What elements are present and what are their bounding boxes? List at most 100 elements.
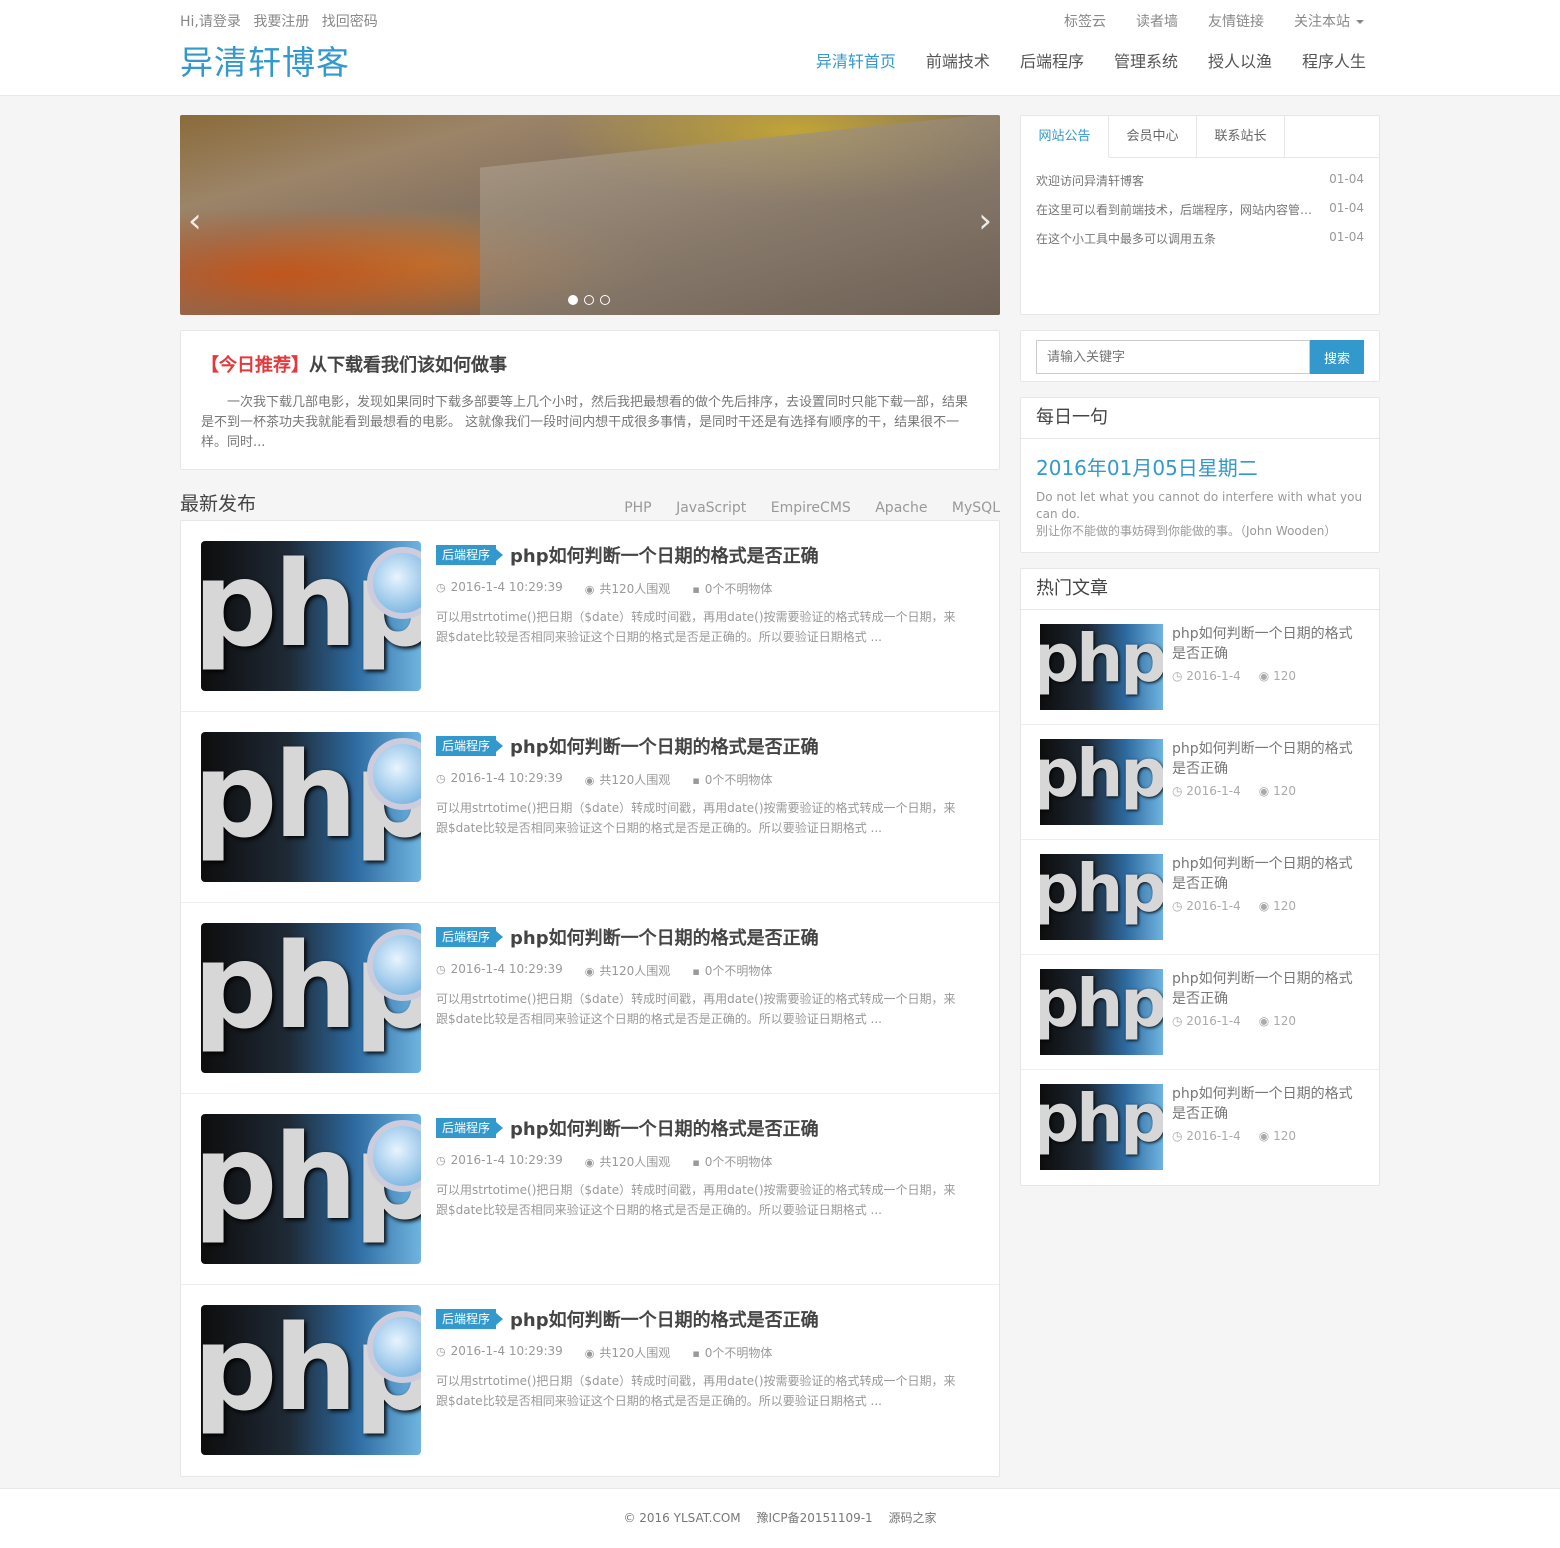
login-link[interactable]: Hi,请登录 xyxy=(180,14,241,30)
image-carousel[interactable]: ‹ › xyxy=(180,115,1000,315)
hot-title[interactable]: php如何判断一个日期的格式是否正确 xyxy=(1172,969,1362,1009)
article-thumbnail[interactable]: php xyxy=(201,923,421,1073)
nav-life[interactable]: 程序人生 xyxy=(1302,48,1366,72)
article-excerpt: 可以用strtotime()把日期（$date）转成时间戳，再用date()按需… xyxy=(436,610,956,644)
view-count: ◉ 共120人围观 xyxy=(584,582,671,596)
post-date: ◷ 2016-1-4 10:29:39 xyxy=(436,1153,563,1167)
comment-icon: ▪ xyxy=(692,1156,700,1169)
category-badge[interactable]: 后端程序 xyxy=(436,927,504,947)
recommend-excerpt: 一次我下载几部电影，发现如果同时下载多部要等上几个小时，然后我把最想看的做个先后… xyxy=(201,395,969,450)
comment-icon: ▪ xyxy=(692,774,700,787)
nav-tutorials[interactable]: 授人以渔 xyxy=(1208,48,1272,72)
view-count: ◉ 共120人围观 xyxy=(584,773,671,787)
article-title[interactable]: php如何判断一个日期的格式是否正确 xyxy=(510,924,819,950)
comment-count: ▪ 0个不明物体 xyxy=(692,773,773,787)
announcement-date: 01-04 xyxy=(1329,201,1364,215)
article-thumbnail[interactable]: php xyxy=(201,541,421,691)
tag-php[interactable]: PHP xyxy=(624,500,651,516)
announcement-link[interactable]: 在这个小工具中最多可以调用五条 xyxy=(1036,230,1316,259)
eye-icon: ◉ xyxy=(584,583,595,596)
tab-member-center[interactable]: 会员中心 xyxy=(1109,116,1197,157)
tab-contact[interactable]: 联系站长 xyxy=(1197,116,1285,157)
announcement-link[interactable]: 在这里可以看到前端技术，后端程序，网站内容管理系统等文章，还有我的程序人生！！！ xyxy=(1036,201,1316,230)
comment-count: ▪ 0个不明物体 xyxy=(692,582,773,596)
view-count: ◉ 共120人围观 xyxy=(584,964,671,978)
clock-icon: ◷ xyxy=(1172,899,1187,913)
hot-thumbnail[interactable]: php xyxy=(1040,854,1163,940)
copyright[interactable]: © 2016 YLSAT.COM xyxy=(623,1511,740,1525)
announcement-link[interactable]: 欢迎访问异清轩博客 xyxy=(1036,172,1316,201)
post-date: ◷ 2016-1-4 10:29:39 xyxy=(436,962,563,976)
site-logo[interactable]: 异清轩博客 xyxy=(180,36,350,84)
hot-thumbnail[interactable]: php xyxy=(1040,624,1163,710)
carousel-dot[interactable] xyxy=(600,295,610,305)
clock-icon: ◷ xyxy=(1172,1129,1187,1143)
article-title[interactable]: php如何判断一个日期的格式是否正确 xyxy=(510,733,819,759)
hot-views: ◉ 120 xyxy=(1258,669,1296,683)
carousel-prev-icon[interactable]: ‹ xyxy=(188,201,202,241)
nav-backend[interactable]: 后端程序 xyxy=(1020,48,1084,72)
article-title[interactable]: php如何判断一个日期的格式是否正确 xyxy=(510,542,819,568)
follow-dropdown[interactable]: 关注本站 xyxy=(1294,11,1364,31)
tab-announcements[interactable]: 网站公告 xyxy=(1021,116,1109,158)
thumbnail-logo-text: php xyxy=(1040,1084,1163,1157)
list-item: 欢迎访问异清轩博客 01-04 xyxy=(1036,172,1364,201)
source-credit[interactable]: 源码之家 xyxy=(889,1511,937,1525)
recover-password-link[interactable]: 找回密码 xyxy=(322,14,378,30)
article-thumbnail[interactable]: php xyxy=(201,1305,421,1455)
readers-wall-link[interactable]: 读者墙 xyxy=(1136,11,1178,31)
nav-home[interactable]: 异清轩首页 xyxy=(816,48,896,72)
follow-label: 关注本站 xyxy=(1294,14,1350,30)
carousel-next-icon[interactable]: › xyxy=(978,201,992,241)
icp-record[interactable]: 豫ICP备20151109-1 xyxy=(756,1511,872,1525)
comment-icon: ▪ xyxy=(692,583,700,596)
hot-title[interactable]: php如何判断一个日期的格式是否正确 xyxy=(1172,739,1362,779)
hot-item: php php如何判断一个日期的格式是否正确 ◷ 2016-1-4 ◉ 120 xyxy=(1021,1070,1379,1185)
quote-chinese: 别让你不能做的事妨碍到你能做的事。（John Wooden） xyxy=(1036,524,1337,538)
article-list: php 后端程序 php如何判断一个日期的格式是否正确 ◷ 2016-1-4 10:… xyxy=(180,520,1000,1477)
hot-item: php php如何判断一个日期的格式是否正确 ◷ 2016-1-4 ◉ 120 xyxy=(1021,955,1379,1070)
category-badge[interactable]: 后端程序 xyxy=(436,545,504,565)
friend-links-link[interactable]: 友情链接 xyxy=(1208,11,1264,31)
category-badge[interactable]: 后端程序 xyxy=(436,1118,504,1138)
nav-frontend[interactable]: 前端技术 xyxy=(926,48,990,72)
hot-thumbnail[interactable]: php xyxy=(1040,739,1163,825)
hot-thumbnail[interactable]: php xyxy=(1040,1084,1163,1170)
hot-thumbnail[interactable]: php xyxy=(1040,969,1163,1055)
article-title[interactable]: php如何判断一个日期的格式是否正确 xyxy=(510,1306,819,1332)
daily-date: 2016年01月05日星期二 xyxy=(1036,456,1258,480)
register-link[interactable]: 我要注册 xyxy=(253,14,309,30)
article-item: php 后端程序 php如何判断一个日期的格式是否正确 ◷ 2016-1-4 10:… xyxy=(181,1094,999,1285)
nav-cms[interactable]: 管理系统 xyxy=(1114,48,1178,72)
daily-quote: 每日一句 2016年01月05日星期二 Do not let what you … xyxy=(1020,397,1380,553)
clock-icon: ◷ xyxy=(436,1154,446,1167)
tag-cloud-link[interactable]: 标签云 xyxy=(1064,11,1106,31)
category-badge[interactable]: 后端程序 xyxy=(436,1309,504,1329)
comment-count: ▪ 0个不明物体 xyxy=(692,964,773,978)
article-title[interactable]: php如何判断一个日期的格式是否正确 xyxy=(510,1115,819,1141)
clock-icon: ◷ xyxy=(436,963,446,976)
tag-apache[interactable]: Apache xyxy=(875,500,927,516)
clock-icon: ◷ xyxy=(436,581,446,594)
article-excerpt: 可以用strtotime()把日期（$date）转成时间戳，再用date()按需… xyxy=(436,1183,956,1217)
recommend-title[interactable]: 【今日推荐】从下载看我们该如何做事 xyxy=(201,351,979,377)
article-item: php 后端程序 php如何判断一个日期的格式是否正确 ◷ 2016-1-4 10:… xyxy=(181,1285,999,1476)
tag-mysql[interactable]: MySQL xyxy=(952,500,1000,516)
tag-javascript[interactable]: JavaScript xyxy=(676,500,746,516)
category-badge[interactable]: 后端程序 xyxy=(436,736,504,756)
comment-icon: ▪ xyxy=(692,965,700,978)
search-button[interactable]: 搜索 xyxy=(1310,340,1364,374)
article-thumbnail[interactable]: php xyxy=(201,1114,421,1264)
hot-title[interactable]: php如何判断一个日期的格式是否正确 xyxy=(1172,624,1362,664)
hot-title[interactable]: php如何判断一个日期的格式是否正确 xyxy=(1172,1084,1362,1124)
carousel-indicators xyxy=(568,295,616,305)
tag-empirecms[interactable]: EmpireCMS xyxy=(771,500,851,516)
announcement-date: 01-04 xyxy=(1329,172,1364,186)
carousel-dot[interactable] xyxy=(568,295,578,305)
article-thumbnail[interactable]: php xyxy=(201,732,421,882)
carousel-dot[interactable] xyxy=(584,295,594,305)
hot-views: ◉ 120 xyxy=(1258,784,1296,798)
hot-title[interactable]: php如何判断一个日期的格式是否正确 xyxy=(1172,854,1362,894)
search-input[interactable] xyxy=(1036,340,1310,374)
list-item: 在这个小工具中最多可以调用五条 01-04 xyxy=(1036,230,1364,259)
